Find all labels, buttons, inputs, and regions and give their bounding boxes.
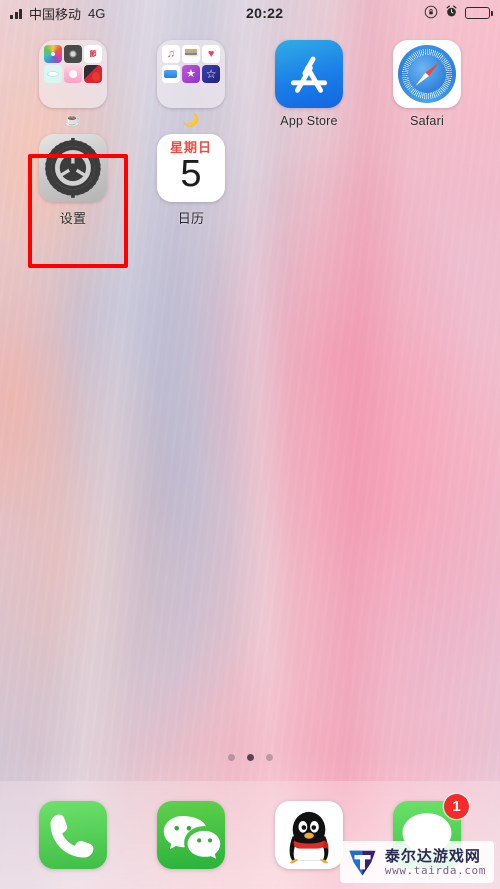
calendar-icon-wrap: 星期日 5: [157, 134, 225, 202]
page-dot-1[interactable]: [227, 754, 235, 761]
status-bar-right: [424, 5, 493, 22]
folder-2-icon-wrap: [157, 40, 225, 108]
carrier-label: 中国移动: [29, 6, 82, 22]
alarm-clock-icon: [445, 5, 458, 21]
signal-bars-icon: [10, 8, 22, 19]
imovie-icon: [202, 65, 220, 83]
phone-handset-icon: [39, 801, 107, 869]
calendar-day-number: 5: [180, 153, 202, 195]
folder-1[interactable]: 節 ☕: [14, 34, 132, 128]
music-icon: [162, 45, 180, 63]
page-indicator-dots[interactable]: [0, 754, 500, 761]
settings-icon-wrap: [39, 134, 107, 202]
wechat-bubbles-icon: [157, 801, 225, 869]
calendar[interactable]: 星期日 5 日历: [132, 128, 250, 227]
photos-icon: [44, 45, 62, 63]
dock-item-phone[interactable]: [14, 801, 132, 869]
phone-icon-wrap: [39, 801, 107, 869]
app-store-icon-wrap: [275, 40, 343, 108]
grid-slot-empty: [368, 128, 486, 227]
status-bar: 中国移动 4G 20:22: [0, 0, 500, 26]
battery-full-icon: [465, 7, 493, 19]
wechat-icon-wrap: [157, 801, 225, 869]
camera-icon: [64, 45, 82, 63]
grid-slot-empty: [250, 128, 368, 227]
messages-badge: 1: [444, 794, 469, 819]
folder-slot-empty: [84, 85, 102, 103]
app-store[interactable]: App Store: [250, 34, 368, 128]
calendar-icon: 星期日 5: [157, 134, 225, 202]
page-dot-2-active[interactable]: [246, 754, 254, 761]
folder-slot-empty: [44, 85, 62, 103]
safari-compass-icon: [393, 40, 461, 108]
app-store-label: App Store: [280, 114, 338, 128]
settings-gears-icon: [39, 134, 107, 202]
folder-slot-empty: [162, 85, 180, 103]
network-type-label: 4G: [88, 5, 106, 21]
safari-label: Safari: [410, 114, 444, 128]
watermark-site-name: 泰尔达游戏网: [384, 847, 481, 865]
app-grid-row-1: 節 ☕ ♫ ♥ ★ ☆ 🌙 App Store Safari: [14, 34, 486, 128]
reminders-icon: [182, 45, 200, 63]
folder-1-label: ☕: [64, 112, 82, 127]
folder-slot-empty: [182, 85, 200, 103]
dock-item-wechat[interactable]: [132, 801, 250, 869]
watermark-url: www.tairda.com: [384, 863, 486, 877]
folder-2[interactable]: 🌙: [132, 34, 250, 128]
folder-slot-empty: [64, 85, 82, 103]
safari-dial: [397, 44, 457, 104]
folder-slot-empty: [202, 85, 220, 103]
page-dot-3[interactable]: [265, 754, 273, 761]
safari-icon-wrap: [393, 40, 461, 108]
news-icon: 節: [84, 45, 102, 63]
folder-2-icon: [157, 40, 225, 108]
red-app-icon: [84, 65, 102, 83]
cyan-app-icon: [44, 65, 62, 83]
app-store-icon: [275, 40, 343, 108]
files-icon: [162, 65, 180, 83]
itunes-store-icon: [182, 65, 200, 83]
tairda-logo-icon: [347, 847, 378, 878]
health-icon: [202, 45, 220, 63]
site-watermark: 泰尔达游戏网 www.tairda.com: [339, 841, 494, 883]
app-grid-row-2: 设置 星期日 5 日历: [14, 128, 486, 227]
watermark-text: 泰尔达游戏网 www.tairda.com: [385, 848, 486, 878]
folder-2-label: 🌙: [182, 112, 200, 127]
pink-camera-icon: [64, 65, 82, 83]
clock-label: 20:22: [246, 5, 284, 21]
qq-penguin-icon: [275, 801, 343, 869]
rotation-lock-icon: [424, 5, 438, 22]
folder-1-icon-wrap: 節: [39, 40, 107, 108]
folder-1-icon: 節: [39, 40, 107, 108]
status-bar-left: 中国移动 4G: [10, 4, 105, 23]
calendar-label: 日历: [177, 211, 205, 226]
settings[interactable]: 设置: [14, 128, 132, 227]
qq-icon-wrap: [275, 801, 343, 869]
settings-label: 设置: [59, 211, 87, 226]
safari[interactable]: Safari: [368, 34, 486, 128]
app-grid: 節 ☕ ♫ ♥ ★ ☆ 🌙 App Store Safari 设置 星期日 5 …: [0, 34, 500, 227]
